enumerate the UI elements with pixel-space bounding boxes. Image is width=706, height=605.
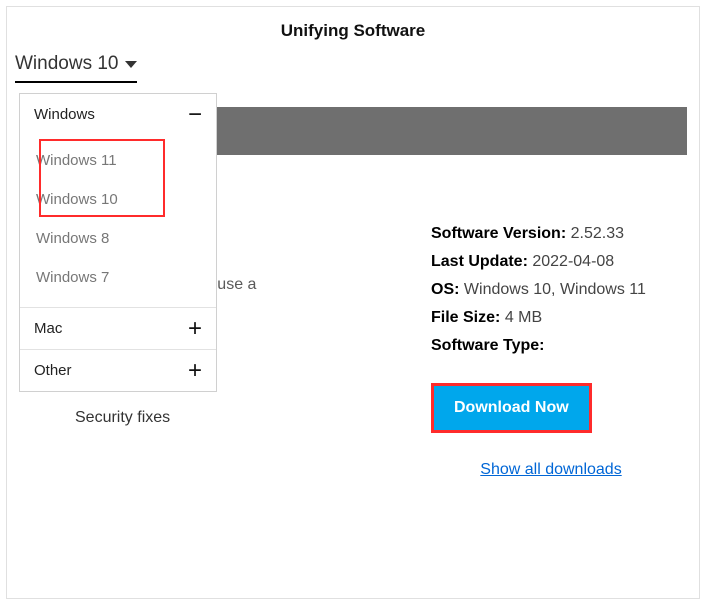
caret-down-icon [125, 61, 137, 68]
os-dropdown-panel: Windows − Windows 11 Windows 10 Windows … [19, 93, 217, 392]
dropdown-group-label: Mac [34, 320, 62, 337]
show-all-downloads-link[interactable]: Show all downloads [431, 461, 671, 479]
dropdown-item-windows-11[interactable]: Windows 11 [20, 141, 216, 180]
meta-file-size-value: 4 MB [505, 309, 542, 326]
meta-file-size-label: File Size: [431, 309, 500, 326]
dropdown-group-windows[interactable]: Windows − [20, 94, 216, 135]
os-selector-dropdown[interactable]: Windows 10 [15, 53, 137, 83]
meta-type-label: Software Type: [431, 337, 545, 354]
meta-os: OS: Windows 10, Windows 11 [431, 281, 671, 299]
changelog-text: Security fixes [75, 409, 391, 427]
dropdown-group-label: Windows [34, 106, 95, 123]
page-title: Unifying Software [7, 7, 699, 47]
dropdown-item-windows-10[interactable]: Windows 10 [20, 180, 216, 219]
dropdown-group-label: Other [34, 362, 72, 379]
meta-last-update-value: 2022-04-08 [532, 253, 614, 270]
dropdown-group-other[interactable]: Other + [20, 349, 216, 391]
meta-version: Software Version: 2.52.33 [431, 225, 671, 243]
os-selector-label: Windows 10 [15, 53, 119, 75]
expand-icon: + [188, 363, 202, 379]
meta-version-label: Software Version: [431, 225, 566, 242]
download-button[interactable]: Download Now [431, 383, 592, 433]
meta-last-update: Last Update: 2022-04-08 [431, 253, 671, 271]
expand-icon: + [188, 321, 202, 337]
meta-os-value: Windows 10, Windows 11 [464, 281, 646, 298]
meta-os-label: OS: [431, 281, 459, 298]
meta-file-size: File Size: 4 MB [431, 309, 671, 327]
dropdown-group-mac[interactable]: Mac + [20, 307, 216, 349]
dropdown-item-windows-7[interactable]: Windows 7 [20, 258, 216, 297]
dropdown-item-windows-8[interactable]: Windows 8 [20, 219, 216, 258]
meta-last-update-label: Last Update: [431, 253, 528, 270]
collapse-icon: − [188, 107, 202, 123]
meta-type: Software Type: [431, 337, 671, 355]
meta-version-value: 2.52.33 [571, 225, 624, 242]
